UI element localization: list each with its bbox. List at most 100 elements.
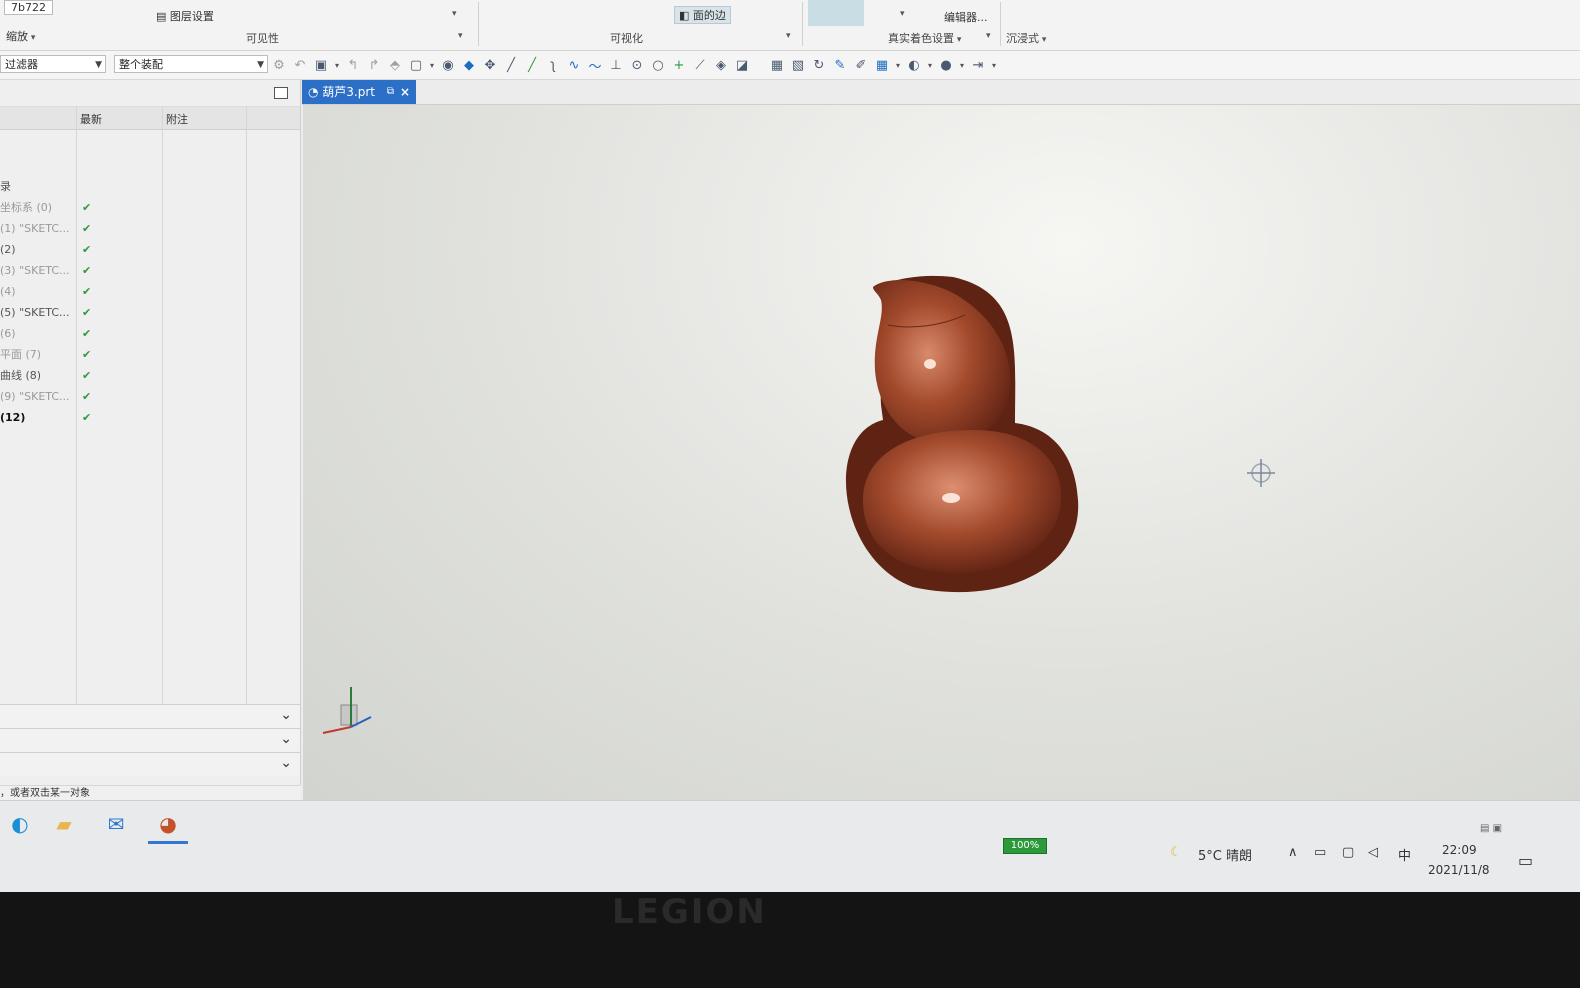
ribbon-top-left-field[interactable]: 7b722 — [4, 0, 53, 15]
weather-text[interactable]: 5°C 晴朗 — [1198, 845, 1252, 864]
tree-row[interactable]: 录 — [0, 177, 300, 197]
general-selection-icon[interactable]: ⚙ — [270, 56, 288, 74]
selection-tool-icon[interactable]: ⬘ — [386, 56, 404, 74]
image-icon[interactable]: ▧ — [789, 56, 807, 74]
dependencies-panel-header[interactable]: ⌄ — [0, 728, 300, 752]
line-icon[interactable]: ╱ — [502, 56, 520, 74]
tree-row[interactable] — [0, 156, 300, 176]
details-panel-header[interactable]: ⌄ — [0, 704, 300, 728]
notification-icon[interactable]: ▭ — [1518, 851, 1533, 870]
file-explorer-icon[interactable]: ▰ — [44, 807, 84, 841]
eye-icon[interactable]: ◉ — [439, 56, 457, 74]
target-icon[interactable]: ⊙ — [628, 56, 646, 74]
tree-row[interactable]: (6) ✔ — [0, 324, 300, 344]
nx-app-icon[interactable]: ◕ — [148, 807, 188, 844]
zoom-button[interactable]: 缩放 — [6, 28, 35, 44]
select-box-icon[interactable]: ▣ — [312, 56, 330, 74]
clock-time[interactable]: 22:09 — [1442, 843, 1477, 857]
brush-icon[interactable]: ✎ — [831, 56, 849, 74]
chevron-down-icon: ▼ — [257, 60, 264, 70]
edge-browser-icon[interactable]: ◐ — [0, 807, 40, 841]
network-icon[interactable]: ▢ — [1342, 845, 1354, 860]
chevron-down-icon[interactable]: ▾ — [894, 56, 902, 74]
rectangle-select-icon[interactable]: ▢ — [407, 56, 425, 74]
tree-row[interactable]: (9) "SKETC... ✔ — [0, 387, 300, 407]
true-shading-settings-label[interactable]: 真实着色设置 — [888, 30, 961, 46]
sphere-icon[interactable]: ● — [937, 56, 955, 74]
view-icon[interactable]: ▦ — [768, 56, 786, 74]
editor-button[interactable]: 编辑器... — [944, 9, 988, 25]
tree-row[interactable]: (12) ✔ — [0, 408, 300, 428]
tree-row[interactable]: 曲线 (8) ✔ — [0, 366, 300, 386]
chevron-down-icon[interactable]: ▾ — [333, 56, 341, 74]
column-latest[interactable]: 最新 — [80, 111, 102, 127]
navigator-header-bar — [0, 80, 300, 107]
redo-select-icon[interactable]: ↱ — [365, 56, 383, 74]
bookmark-icon[interactable]: ◪ — [733, 56, 751, 74]
diamond-icon[interactable]: ◈ — [712, 56, 730, 74]
axis-icon[interactable]: ⊥ — [607, 56, 625, 74]
chevron-down-icon[interactable]: ▾ — [958, 56, 966, 74]
battery-icon[interactable]: ▭ — [1314, 845, 1326, 860]
pin-icon[interactable]: ⧉ — [387, 80, 394, 104]
curve-icon[interactable]: ʅ — [544, 56, 562, 74]
ribbon-dropdown-1[interactable] — [452, 6, 457, 19]
gourd-model[interactable] — [845, 275, 1079, 593]
paint-icon[interactable]: ✐ — [852, 56, 870, 74]
speaker-icon[interactable]: ◁ — [1368, 845, 1378, 860]
spline-icon[interactable]: ∿ — [565, 56, 583, 74]
chevron-down-icon[interactable]: ▾ — [428, 56, 436, 74]
chevron-down-icon[interactable]: ▾ — [990, 56, 998, 74]
ribbon-dropdown-2[interactable] — [900, 6, 905, 19]
chevron-up-icon[interactable]: ∧ — [1288, 845, 1298, 860]
tree-row-name: (2) — [0, 243, 16, 256]
shading-mode-button[interactable] — [808, 0, 864, 26]
tree-row[interactable]: 平面 (7) ✔ — [0, 345, 300, 365]
mail-icon[interactable]: ✉ — [96, 807, 136, 841]
rotate-icon[interactable]: ↻ — [810, 56, 828, 74]
render-icon[interactable]: ◐ — [905, 56, 923, 74]
battery-indicator[interactable]: 100% — [1003, 837, 1047, 854]
faces-edges-button[interactable]: ◧ 面的边 — [674, 6, 731, 24]
edge-icon[interactable]: ╱ — [523, 56, 541, 74]
ribbon-separator — [802, 2, 803, 46]
model-canvas — [322, 275, 1275, 734]
measure-icon[interactable]: ⇥ — [969, 56, 987, 74]
wave-curve-icon[interactable]: 〜 — [586, 56, 604, 75]
tree-row[interactable]: (3) "SKETC... ✔ — [0, 261, 300, 281]
tree-row[interactable]: (2) ✔ — [0, 240, 300, 260]
layer-settings-button[interactable]: ▤ 图层设置 — [156, 8, 214, 24]
faces-edges-label: 面的边 — [692, 9, 726, 22]
visibility-group-dropdown[interactable] — [458, 28, 463, 41]
tab-part-file[interactable]: ◔ 葫芦3.prt ⧉ × — [302, 80, 416, 104]
true-shading-dropdown[interactable] — [986, 28, 991, 41]
grid-icon[interactable]: ▦ — [873, 56, 891, 74]
type-filter-combo[interactable]: 过滤器 ▼ — [0, 55, 106, 73]
tree-row[interactable]: (5) "SKETC... ✔ — [0, 303, 300, 323]
tree-row-name: (1) "SKETC... — [0, 222, 70, 235]
solid-body-icon[interactable]: ◆ — [460, 56, 478, 74]
visualization-group-dropdown[interactable] — [786, 28, 791, 41]
immersive-label[interactable]: 沉浸式 — [1006, 30, 1046, 46]
graphics-viewport[interactable] — [303, 105, 1580, 800]
undo-select-icon[interactable]: ↰ — [344, 56, 362, 74]
selection-scope-combo[interactable]: 整个装配 ▼ — [114, 55, 268, 73]
point-icon[interactable]: + — [670, 56, 688, 74]
restore-icon[interactable] — [274, 87, 288, 99]
tree-row[interactable]: 坐标系 (0) ✔ — [0, 198, 300, 218]
ime-indicator[interactable]: 中 — [1398, 845, 1411, 864]
clock-date[interactable]: 2021/11/8 — [1428, 863, 1490, 877]
feature-icon[interactable]: ✥ — [481, 56, 499, 74]
tree-row[interactable]: (4) ✔ — [0, 282, 300, 302]
vector-icon[interactable]: ⟋ — [691, 56, 709, 74]
chevron-down-icon[interactable]: ▾ — [926, 56, 934, 74]
close-icon[interactable]: × — [400, 80, 410, 104]
tree-row[interactable]: (1) "SKETC... ✔ — [0, 219, 300, 239]
part-navigator: 最新 附注 录坐标系 (0) ✔ (1) "SKETC... ✔ (2) ✔ (3) "SK… — [0, 80, 301, 785]
type-filter-value: 过滤器 — [5, 58, 38, 71]
column-note[interactable]: 附注 — [166, 111, 188, 127]
circle-icon[interactable]: ○ — [649, 56, 667, 74]
ribbon-separator — [478, 2, 479, 46]
lasso-icon[interactable]: ↶ — [291, 56, 309, 74]
preview-panel-header[interactable]: ⌄ — [0, 752, 300, 776]
